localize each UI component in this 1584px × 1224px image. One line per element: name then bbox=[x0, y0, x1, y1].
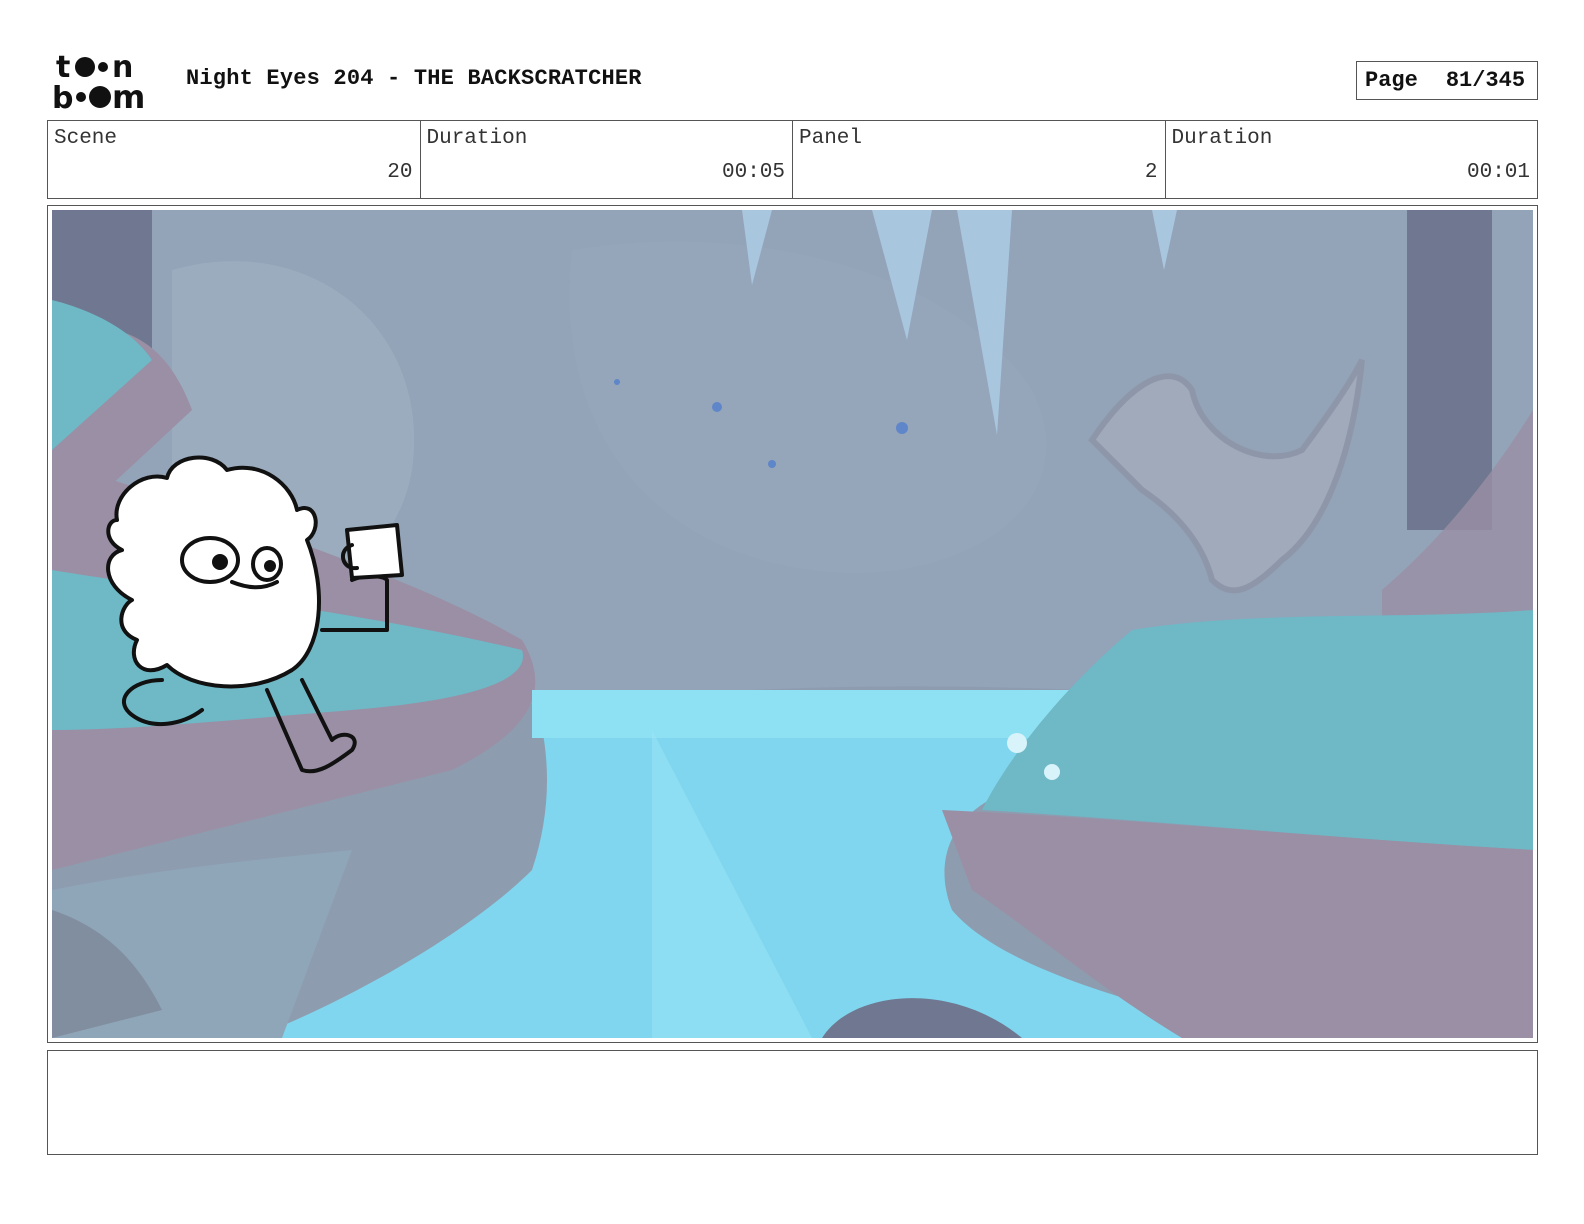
scene-label: Scene bbox=[54, 127, 118, 150]
toon-boom-logo: t n b m bbox=[52, 50, 164, 116]
svg-text:m: m bbox=[112, 78, 145, 112]
panel-notes-box bbox=[47, 1050, 1538, 1155]
scene-info-row: Scene 20 Duration 00:05 Panel 2 Duration… bbox=[47, 120, 1538, 199]
panel-cell: Panel 2 bbox=[793, 121, 1166, 198]
page-number: 81/345 bbox=[1445, 68, 1526, 93]
panel-value: 2 bbox=[1144, 161, 1158, 184]
panel-duration-cell: Duration 00:01 bbox=[1166, 121, 1538, 198]
scene-value: 20 bbox=[387, 161, 413, 184]
panel-artwork bbox=[52, 210, 1533, 1038]
panel-duration-value: 00:01 bbox=[1466, 161, 1530, 184]
scene-cell: Scene 20 bbox=[48, 121, 421, 198]
panel-duration-label: Duration bbox=[1171, 127, 1273, 150]
scene-duration-cell: Duration 00:05 bbox=[421, 121, 793, 198]
scene-duration-value: 00:05 bbox=[721, 161, 785, 184]
page-label: Page bbox=[1365, 68, 1418, 93]
page-indicator: Page 81/345 bbox=[1356, 61, 1538, 100]
panel-label: Panel bbox=[799, 127, 863, 150]
svg-text:b: b bbox=[52, 81, 73, 112]
svg-text:t: t bbox=[56, 50, 70, 85]
scene-duration-label: Duration bbox=[426, 127, 528, 150]
storyboard-title: Night Eyes 204 - THE BACKSCRATCHER bbox=[186, 66, 642, 91]
